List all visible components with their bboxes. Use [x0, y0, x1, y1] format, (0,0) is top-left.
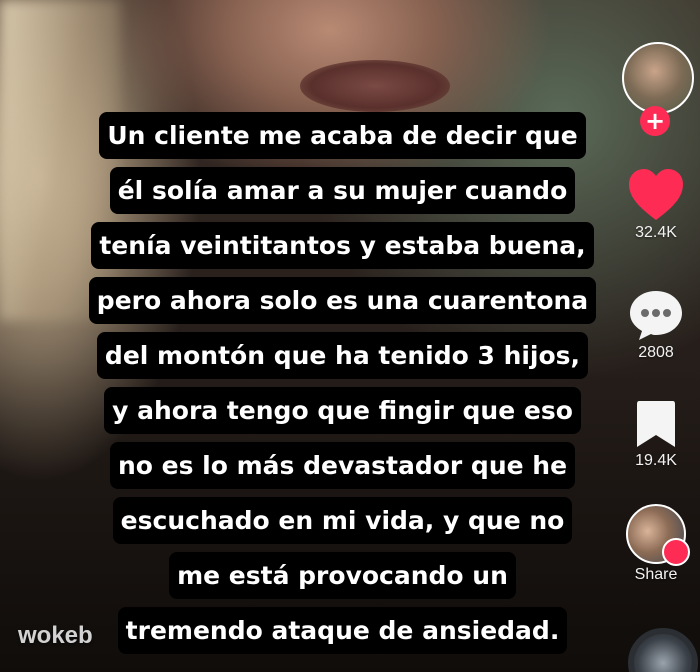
comment-count: 2808 — [638, 344, 674, 361]
follow-button[interactable]: + — [640, 106, 670, 136]
caption-overlay: Un cliente me acaba de decir que él solí… — [70, 112, 615, 654]
music-disc-icon[interactable] — [628, 628, 698, 672]
caption-line: me está provocando un — [169, 552, 516, 599]
heart-icon — [629, 169, 683, 220]
share-label: Share — [634, 566, 678, 583]
share-button[interactable]: Share — [612, 504, 700, 584]
background-lips — [300, 60, 450, 112]
caption-line: escuchado en mi vida, y que no — [112, 497, 573, 544]
action-rail: + 32.4K 2808 19.4K Share — [612, 40, 700, 672]
caption-line: pero ahora solo es una cuarentona — [88, 277, 597, 324]
caption-line: tremendo ataque de ansiedad. — [117, 607, 568, 654]
like-button[interactable]: 32.4K — [612, 168, 700, 242]
comment-button[interactable]: 2808 — [612, 288, 700, 362]
comment-icon — [630, 291, 682, 340]
watermark: wokeb — [18, 622, 93, 649]
caption-line: del montón que ha tenido 3 hijos, — [96, 332, 589, 379]
bookmark-button[interactable]: 19.4K — [612, 398, 700, 470]
save-count: 19.4K — [635, 452, 677, 469]
caption-line: no es lo más devastador que he — [109, 442, 576, 489]
caption-line: tenía veintitantos y estaba buena, — [91, 222, 594, 269]
share-icon — [662, 538, 690, 566]
creator-avatar[interactable] — [622, 42, 694, 114]
like-count: 32.4K — [635, 224, 677, 241]
share-avatar — [626, 504, 690, 566]
video-frame: Un cliente me acaba de decir que él solí… — [0, 0, 700, 672]
plus-icon: + — [644, 107, 666, 135]
caption-line: y ahora tengo que fingir que eso — [104, 387, 581, 434]
bookmark-icon — [637, 401, 675, 447]
caption-line: él solía amar a su mujer cuando — [109, 167, 576, 214]
caption-line: Un cliente me acaba de decir que — [99, 112, 586, 159]
